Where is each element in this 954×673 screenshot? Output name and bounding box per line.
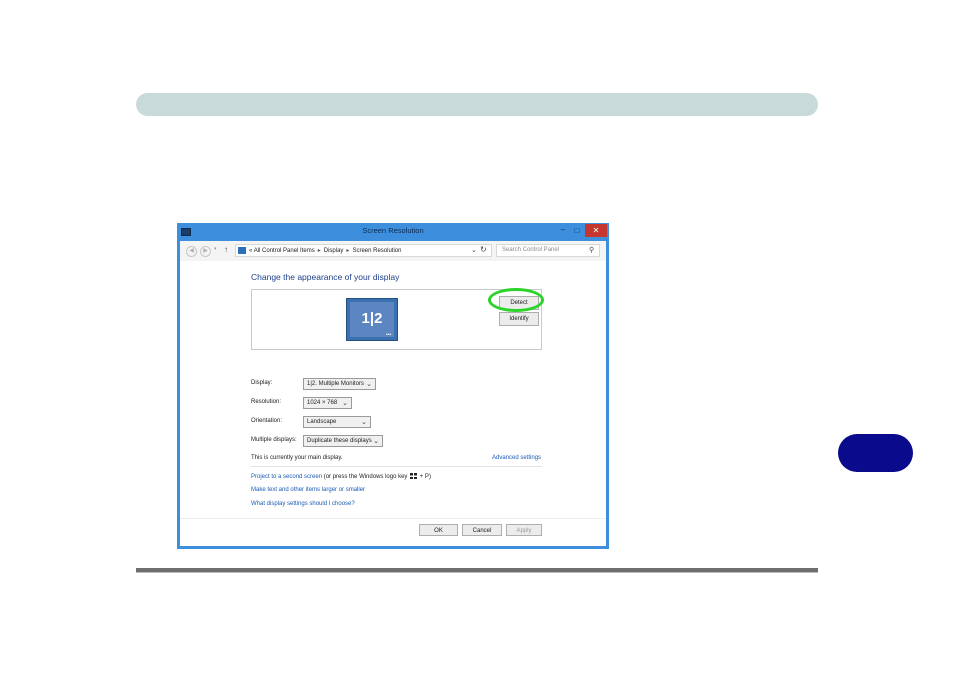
resolution-label: Resolution:	[251, 399, 282, 405]
address-dropdown-chevron-icon[interactable]: ⌄	[471, 246, 477, 254]
chevron-down-icon: ⌄	[361, 419, 367, 426]
breadcrumb-overflow-icon[interactable]: «	[249, 248, 252, 254]
orientation-label: Orientation:	[251, 418, 283, 424]
project-hint-text: (or press the Windows logo key	[323, 474, 408, 480]
resolution-select-value: 1024 × 768	[307, 400, 338, 406]
monitor-number-label: 1|2	[361, 310, 383, 327]
section-divider	[251, 466, 542, 467]
chevron-down-icon: ⌄	[373, 438, 379, 445]
display-select-value: 1|2. Multiple Monitors	[307, 381, 364, 387]
project-to-second-screen-link[interactable]: Project to a second screen	[251, 474, 322, 480]
monitor-icon[interactable]: 1|2 •••	[346, 298, 398, 341]
project-hint-suffix: + P)	[419, 474, 431, 480]
page-header-bar	[136, 93, 818, 116]
multiple-displays-label: Multiple displays:	[251, 437, 297, 443]
page-title: Change the appearance of your display	[251, 272, 400, 282]
apply-button[interactable]: Apply	[506, 524, 542, 536]
footer-rule-thin	[136, 572, 818, 573]
window-title: Screen Resolution	[362, 226, 424, 235]
chevron-down-icon: ⌄	[366, 381, 372, 388]
advanced-settings-link[interactable]: Advanced settings	[492, 455, 541, 461]
orientation-select-value: Landscape	[307, 419, 337, 425]
breadcrumb-display[interactable]: Display	[324, 248, 344, 254]
screen-resolution-window: Screen Resolution – □ ✕ ◀ ▶ ▾ ↑ « All Co…	[177, 223, 609, 549]
orientation-select[interactable]: Landscape ⌄	[303, 416, 371, 428]
detect-highlight-circle	[488, 288, 544, 312]
search-placeholder: Search Control Panel	[502, 247, 560, 253]
multiple-displays-select[interactable]: Duplicate these displays ⌄	[303, 435, 383, 447]
identify-button[interactable]: Identify	[499, 312, 539, 326]
search-input[interactable]: Search Control Panel ⚲	[496, 244, 600, 257]
display-label: Display:	[251, 380, 273, 386]
breadcrumb-separator-icon[interactable]: ▸	[315, 248, 324, 254]
recent-locations-chevron-icon[interactable]: ▾	[214, 246, 217, 252]
multiple-displays-select-value: Duplicate these displays	[307, 438, 372, 444]
text-size-link[interactable]: Make text and other items larger or smal…	[251, 487, 365, 493]
window-titlebar[interactable]: Screen Resolution – □ ✕	[177, 223, 609, 240]
chapter-tab-badge	[838, 434, 913, 472]
resolution-select[interactable]: 1024 × 768 ⌄	[303, 397, 352, 409]
project-line: Project to a second screen (or press the…	[251, 473, 431, 480]
display-preview-panel: 1|2 ••• Detect Identify	[251, 288, 544, 350]
ok-button[interactable]: OK	[419, 524, 458, 536]
back-arrow-icon[interactable]: ◀	[186, 246, 197, 257]
address-bar[interactable]: « All Control Panel Items ▸ Display ▸ Screen…	[235, 244, 492, 257]
breadcrumb: « All Control Panel Items ▸ Display ▸ Screen…	[249, 247, 401, 254]
chevron-down-icon: ⌄	[342, 400, 348, 407]
search-icon[interactable]: ⚲	[589, 246, 594, 254]
forward-arrow-icon[interactable]: ▶	[200, 246, 211, 257]
refresh-icon[interactable]: ↻	[480, 245, 487, 254]
breadcrumb-screen-resolution[interactable]: Screen Resolution	[352, 248, 401, 254]
window-client-area: ◀ ▶ ▾ ↑ « All Control Panel Items ▸ Displa…	[180, 241, 606, 546]
display-settings-help-link[interactable]: What display settings should I choose?	[251, 501, 355, 507]
maximize-button[interactable]: □	[571, 226, 583, 236]
main-display-note: This is currently your main display.	[251, 455, 343, 461]
monitor-dots-icon: •••	[386, 332, 392, 338]
navigation-bar: ◀ ▶ ▾ ↑ « All Control Panel Items ▸ Displa…	[180, 241, 606, 261]
up-arrow-icon[interactable]: ↑	[224, 245, 228, 254]
cancel-button[interactable]: Cancel	[462, 524, 502, 536]
breadcrumb-all-control-panel-items[interactable]: All Control Panel Items	[254, 248, 315, 254]
minimize-button[interactable]: –	[557, 226, 569, 236]
button-bar-divider	[180, 518, 606, 519]
monitor-screen: 1|2 •••	[350, 302, 394, 338]
windows-logo-icon	[410, 473, 418, 479]
control-panel-icon	[238, 247, 246, 254]
display-select[interactable]: 1|2. Multiple Monitors ⌄	[303, 378, 376, 390]
close-button[interactable]: ✕	[585, 224, 607, 237]
